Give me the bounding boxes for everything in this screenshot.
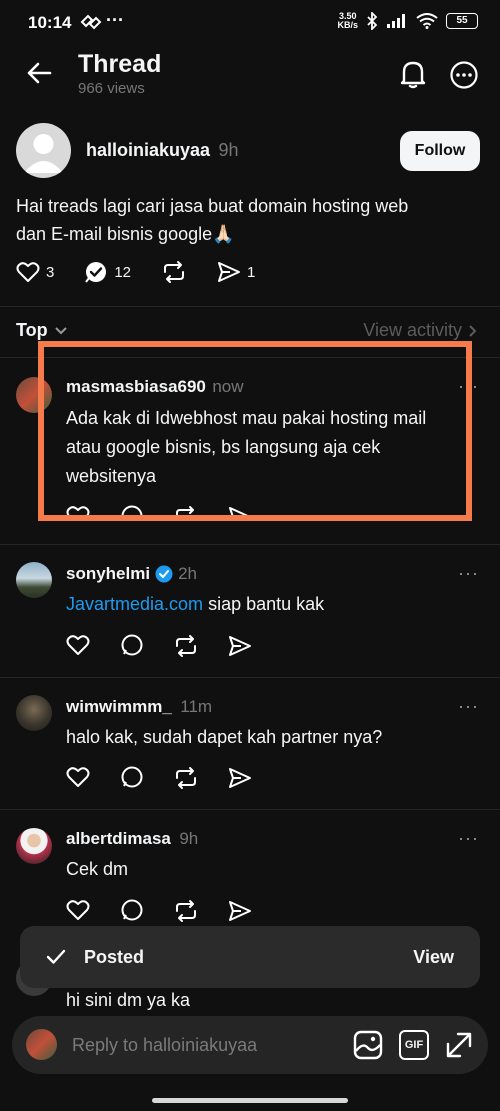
comment-avatar[interactable] [16, 828, 52, 864]
toast-view-button[interactable]: View [413, 947, 454, 968]
comment-bubble-icon [121, 899, 143, 921]
home-indicator[interactable] [152, 1098, 348, 1103]
post-text-line: Hai treads lagi cari jasa buat domain ho… [16, 196, 409, 216]
divider [0, 809, 500, 810]
reply-input[interactable]: Reply to halloiniakuyaa [72, 1035, 257, 1056]
send-icon [229, 636, 251, 656]
view-count: 966 views [78, 80, 145, 97]
comment-more-icon[interactable]: ··· [458, 696, 479, 717]
comment-body: halo kak, sudah dapet kah partner nya? [66, 727, 383, 747]
toast-label: Posted [84, 947, 145, 967]
post-text-line: dan E-mail bisnis google🙏🏻 [16, 224, 235, 244]
post-time: 9h [218, 140, 239, 160]
repost-icon [164, 261, 185, 283]
chevron-right-icon [469, 324, 477, 337]
view-activity-link[interactable]: View activity [363, 320, 478, 341]
signal-icon [387, 14, 405, 28]
heart-icon [16, 262, 40, 282]
comment-actions [66, 634, 256, 665]
app-notification-icon [80, 14, 102, 30]
sort-label: Top [16, 320, 48, 340]
send-icon [229, 768, 251, 788]
author-header: halloiniakuyaa 9h [86, 140, 239, 161]
repost-icon [176, 767, 196, 789]
sort-dropdown[interactable]: Top [16, 320, 68, 341]
author-avatar[interactable] [16, 123, 71, 178]
divider [0, 306, 500, 307]
reply-count: 12 [114, 263, 132, 281]
verified-badge-icon [155, 565, 173, 583]
expand-icon[interactable] [444, 1030, 474, 1060]
reply-bar[interactable]: Reply to halloiniakuyaa GIF [12, 1016, 488, 1074]
comment-more-icon[interactable]: ··· [458, 563, 479, 584]
highlight-box [38, 341, 472, 521]
wifi-icon [416, 13, 438, 29]
divider [0, 544, 500, 545]
default-avatar-icon [24, 134, 63, 173]
comment-text: siap bantu kak [203, 594, 325, 614]
repost-icon [176, 900, 196, 922]
checkmark-icon [46, 949, 66, 964]
comment-body: hi sini dm ya ka [66, 990, 191, 1010]
send-icon [218, 262, 241, 282]
heart-icon [66, 767, 90, 787]
comment-link[interactable]: Javartmedia.com [66, 594, 203, 614]
send-icon [229, 901, 251, 921]
share-count: 1 [247, 263, 256, 281]
status-time: 10:14 [28, 13, 72, 32]
reply-checked-icon [85, 262, 107, 283]
comment-username[interactable]: sonyhelmi [66, 564, 150, 584]
heart-icon [66, 900, 90, 920]
comment-avatar[interactable] [16, 562, 52, 598]
network-speed: 3.50 KB/s [337, 11, 358, 30]
more-notifications-icon: ··· [106, 10, 124, 30]
divider [0, 677, 500, 678]
back-arrow-icon[interactable] [26, 60, 52, 86]
author-username[interactable]: halloiniakuyaa [86, 140, 210, 160]
comment-time: 9h [179, 829, 199, 848]
repost-icon [176, 635, 196, 657]
repost-button[interactable] [161, 260, 187, 284]
reply-button[interactable]: 12 [84, 260, 131, 284]
comment-time: 11m [180, 697, 213, 716]
bell-icon[interactable] [399, 59, 427, 89]
status-bar: 10:14 ··· 3.50 KB/s 55 [0, 0, 500, 46]
chevron-down-icon [54, 326, 67, 334]
post-actions: 3 12 1 [16, 260, 285, 284]
comment-bubble-icon [121, 766, 143, 788]
comment-bubble-icon [121, 634, 143, 656]
view-activity-label: View activity [363, 320, 462, 340]
comment-username[interactable]: wimwimmm_ [66, 697, 172, 716]
like-count: 3 [46, 263, 55, 281]
page-title: Thread [78, 50, 162, 78]
follow-button[interactable]: Follow [400, 131, 480, 171]
comment-avatar[interactable] [16, 695, 52, 731]
posted-toast: Posted View [20, 926, 480, 988]
share-button[interactable]: 1 [217, 261, 255, 283]
comment-header: albertdimasa 9h [66, 829, 198, 849]
user-avatar [26, 1029, 57, 1060]
comment-header: wimwimmm_ 11m [66, 697, 212, 717]
comment-body: Cek dm [66, 859, 129, 879]
comment-username[interactable]: albertdimasa [66, 829, 171, 848]
image-icon[interactable] [353, 1030, 383, 1060]
comment-body: Javartmedia.com siap bantu kak [66, 590, 324, 619]
heart-icon [66, 635, 90, 655]
comment-more-icon[interactable]: ··· [458, 828, 479, 849]
battery-icon: 55 [446, 13, 478, 29]
bluetooth-icon [367, 12, 378, 30]
gif-icon[interactable]: GIF [399, 1030, 429, 1060]
comment-actions [66, 766, 256, 797]
comment-header: sonyhelmi 2h [66, 564, 197, 584]
status-icons: 3.50 KB/s 55 [337, 12, 478, 30]
more-options-icon[interactable] [449, 60, 479, 90]
comment-time: 2h [178, 564, 198, 583]
post-body: Hai treads lagi cari jasa buat domain ho… [16, 192, 456, 248]
like-button[interactable]: 3 [16, 261, 54, 283]
comment-actions [66, 899, 256, 925]
